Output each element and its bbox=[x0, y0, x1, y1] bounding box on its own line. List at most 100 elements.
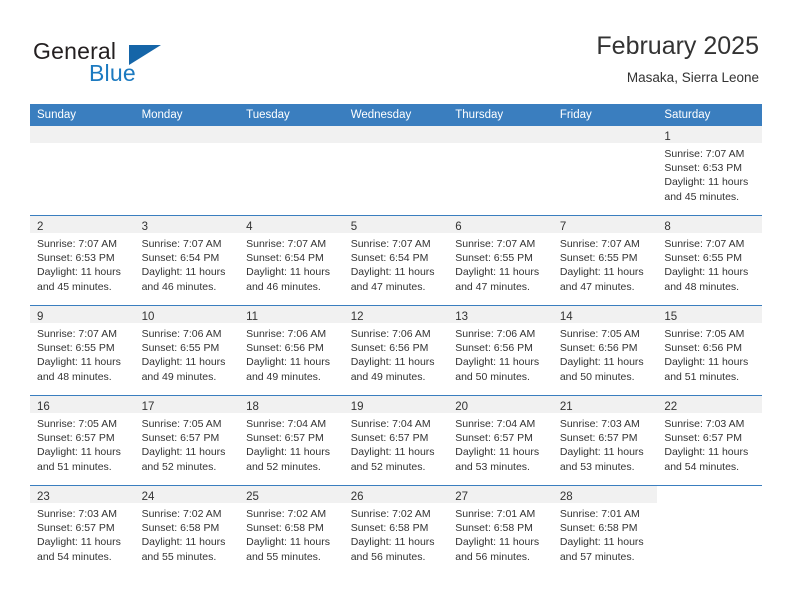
day-number-band: 22 bbox=[657, 396, 762, 413]
sunrise-text: Sunrise: 7:06 AM bbox=[455, 328, 536, 340]
calendar-day-cell[interactable]: 4 Sunrise: 7:07 AM Sunset: 6:54 PM Daylight… bbox=[239, 215, 344, 306]
day-cell-details: Sunrise: 7:07 AM Sunset: 6:53 PM Daylight:… bbox=[30, 233, 135, 294]
general-blue-logo[interactable]: General Blue bbox=[33, 38, 223, 88]
calendar-body: 1 Sunrise: 7:07 AM Sunset: 6:53 PM Daylight… bbox=[30, 126, 762, 575]
daylight-text-line2: and 51 minutes. bbox=[37, 460, 112, 473]
calendar-day-cell[interactable]: 5 Sunrise: 7:07 AM Sunset: 6:54 PM Daylight… bbox=[343, 215, 449, 306]
day-cell-details: Sunrise: 7:02 AM Sunset: 6:58 PM Daylight:… bbox=[344, 503, 449, 564]
day-number: 12 bbox=[350, 311, 364, 323]
calendar-day-cell-empty bbox=[448, 126, 553, 216]
calendar-day-cell[interactable]: 14 Sunrise: 7:05 AM Sunset: 6:56 PM Dayligh… bbox=[552, 305, 658, 396]
daylight-text-line2: and 49 minutes. bbox=[350, 370, 426, 383]
calendar-day-cell[interactable]: 9 Sunrise: 7:07 AM Sunset: 6:55 PM Daylight… bbox=[30, 305, 135, 396]
day-cell-details: Sunrise: 7:03 AM Sunset: 6:57 PM Daylight:… bbox=[553, 413, 658, 474]
calendar-day-cell[interactable]: 15 Sunrise: 7:05 AM Sunset: 6:56 PM Dayligh… bbox=[657, 305, 762, 396]
calendar-day-cell[interactable]: 8 Sunrise: 7:07 AM Sunset: 6:55 PM Daylight… bbox=[657, 215, 762, 306]
calendar-page: General Blue February 2025 Masaka, Sierr… bbox=[0, 0, 792, 612]
day-number: 23 bbox=[37, 491, 50, 503]
daylight-text-line1: Daylight: 11 hours bbox=[246, 356, 330, 369]
calendar-day-cell[interactable]: 13 Sunrise: 7:06 AM Sunset: 6:56 PM Dayligh… bbox=[448, 305, 553, 396]
calendar-day-cell[interactable]: 3 Sunrise: 7:07 AM Sunset: 6:54 PM Daylight… bbox=[134, 215, 240, 306]
sunrise-text: Sunrise: 7:07 AM bbox=[37, 328, 117, 340]
weekday-header-sunday: Sunday bbox=[30, 104, 135, 126]
calendar-day-cell[interactable]: 20 Sunrise: 7:04 AM Sunset: 6:57 PM Dayligh… bbox=[448, 395, 553, 486]
calendar-day-cell[interactable]: 28 Sunrise: 7:01 AM Sunset: 6:58 PM Dayligh… bbox=[552, 485, 658, 575]
daylight-text-line1: Daylight: 11 hours bbox=[246, 266, 330, 279]
calendar-day-cell[interactable]: 21 Sunrise: 7:03 AM Sunset: 6:57 PM Dayligh… bbox=[552, 395, 658, 486]
day-number: 22 bbox=[664, 401, 678, 413]
sunrise-text: Sunrise: 7:05 AM bbox=[664, 328, 745, 340]
sunrise-text: Sunrise: 7:05 AM bbox=[559, 328, 640, 340]
calendar-day-cell[interactable]: 18 Sunrise: 7:04 AM Sunset: 6:57 PM Dayligh… bbox=[239, 395, 344, 486]
day-cell-details: Sunrise: 7:05 AM Sunset: 6:56 PM Daylight:… bbox=[657, 323, 762, 384]
daylight-text-line2: and 57 minutes. bbox=[559, 550, 635, 563]
calendar-day-cell[interactable]: 17 Sunrise: 7:05 AM Sunset: 6:57 PM Dayligh… bbox=[134, 395, 240, 486]
daylight-text-line2: and 53 minutes. bbox=[455, 460, 530, 473]
day-cell-details: Sunrise: 7:02 AM Sunset: 6:58 PM Daylight:… bbox=[239, 503, 344, 564]
weekday-header-friday: Friday bbox=[552, 104, 658, 126]
calendar-day-cell[interactable]: 2 Sunrise: 7:07 AM Sunset: 6:53 PM Daylight… bbox=[30, 215, 135, 306]
sunset-text: Sunset: 6:55 PM bbox=[664, 252, 743, 265]
day-number-band: 20 bbox=[448, 396, 553, 413]
calendar-day-cell[interactable]: 1 Sunrise: 7:07 AM Sunset: 6:53 PM Daylight… bbox=[657, 126, 762, 216]
daylight-text-line2: and 54 minutes. bbox=[664, 460, 740, 473]
calendar-day-cell[interactable]: 12 Sunrise: 7:06 AM Sunset: 6:56 PM Dayligh… bbox=[343, 305, 449, 396]
calendar-day-cell[interactable]: 23 Sunrise: 7:03 AM Sunset: 6:57 PM Dayligh… bbox=[30, 485, 135, 575]
weekday-header-thursday: Thursday bbox=[448, 104, 553, 126]
daylight-text-line1: Daylight: 11 hours bbox=[350, 356, 435, 369]
sunrise-text: Sunrise: 7:07 AM bbox=[559, 238, 640, 250]
calendar-day-cell[interactable]: 16 Sunrise: 7:05 AM Sunset: 6:57 PM Dayligh… bbox=[30, 395, 135, 486]
sunset-text: Sunset: 6:58 PM bbox=[141, 522, 220, 535]
sunset-text: Sunset: 6:58 PM bbox=[246, 522, 324, 535]
calendar-day-cell[interactable]: 19 Sunrise: 7:04 AM Sunset: 6:57 PM Dayligh… bbox=[343, 395, 449, 486]
sunset-text: Sunset: 6:57 PM bbox=[350, 432, 429, 445]
day-number: 25 bbox=[246, 491, 259, 503]
daylight-text-line1: Daylight: 11 hours bbox=[455, 356, 540, 369]
daylight-text-line1: Daylight: 11 hours bbox=[141, 536, 226, 549]
calendar-day-cell[interactable]: 22 Sunrise: 7:03 AM Sunset: 6:57 PM Dayligh… bbox=[657, 395, 762, 486]
calendar-day-cell[interactable]: 24 Sunrise: 7:02 AM Sunset: 6:58 PM Dayligh… bbox=[134, 485, 240, 575]
day-number-band: 4 bbox=[239, 216, 344, 233]
daylight-text-line1: Daylight: 11 hours bbox=[350, 266, 435, 279]
calendar-week-row: 2 Sunrise: 7:07 AM Sunset: 6:53 PM Daylight… bbox=[30, 215, 762, 306]
calendar-day-cell[interactable]: 6 Sunrise: 7:07 AM Sunset: 6:55 PM Daylight… bbox=[448, 215, 553, 306]
calendar-day-cell-empty bbox=[30, 126, 135, 216]
day-number-band bbox=[134, 126, 240, 143]
sunset-text: Sunset: 6:57 PM bbox=[455, 432, 533, 445]
day-cell-details: Sunrise: 7:04 AM Sunset: 6:57 PM Daylight:… bbox=[239, 413, 344, 474]
sunset-text: Sunset: 6:58 PM bbox=[455, 522, 533, 535]
sunset-text: Sunset: 6:58 PM bbox=[350, 522, 429, 535]
calendar-week-row: 1 Sunrise: 7:07 AM Sunset: 6:53 PM Daylight… bbox=[30, 126, 762, 216]
day-number: 10 bbox=[141, 311, 155, 323]
sunrise-text: Sunrise: 7:06 AM bbox=[141, 328, 222, 340]
calendar-day-cell[interactable]: 7 Sunrise: 7:07 AM Sunset: 6:55 PM Daylight… bbox=[552, 215, 658, 306]
daylight-text-line2: and 46 minutes. bbox=[246, 280, 321, 293]
daylight-text-line1: Daylight: 11 hours bbox=[350, 446, 435, 459]
calendar-day-cell[interactable]: 25 Sunrise: 7:02 AM Sunset: 6:58 PM Dayligh… bbox=[239, 485, 344, 575]
daylight-text-line1: Daylight: 11 hours bbox=[455, 446, 540, 459]
day-number: 14 bbox=[559, 311, 573, 323]
day-number-band: 26 bbox=[343, 486, 449, 503]
day-cell-details: Sunrise: 7:06 AM Sunset: 6:56 PM Daylight:… bbox=[448, 323, 553, 384]
daylight-text-line1: Daylight: 11 hours bbox=[37, 446, 121, 459]
day-cell-details: Sunrise: 7:07 AM Sunset: 6:55 PM Daylight:… bbox=[657, 233, 762, 294]
calendar-day-cell[interactable]: 27 Sunrise: 7:01 AM Sunset: 6:58 PM Dayligh… bbox=[448, 485, 553, 575]
sunrise-text: Sunrise: 7:02 AM bbox=[350, 508, 431, 520]
daylight-text-line1: Daylight: 11 hours bbox=[37, 356, 121, 369]
calendar-day-cell[interactable]: 26 Sunrise: 7:02 AM Sunset: 6:58 PM Dayligh… bbox=[343, 485, 449, 575]
page-header: General Blue February 2025 Masaka, Sierr… bbox=[0, 0, 792, 104]
day-cell-details: Sunrise: 7:07 AM Sunset: 6:55 PM Daylight:… bbox=[30, 323, 135, 384]
day-number-band: 15 bbox=[657, 306, 762, 323]
calendar-week-row: 16 Sunrise: 7:05 AM Sunset: 6:57 PM Dayligh… bbox=[30, 395, 762, 486]
title-block: February 2025 Masaka, Sierra Leone bbox=[596, 32, 759, 85]
calendar-day-cell-empty bbox=[343, 126, 449, 216]
daylight-text-line2: and 48 minutes. bbox=[664, 280, 740, 293]
sunset-text: Sunset: 6:57 PM bbox=[37, 522, 115, 535]
calendar-day-cell[interactable]: 10 Sunrise: 7:06 AM Sunset: 6:55 PM Dayligh… bbox=[134, 305, 240, 396]
sunrise-text: Sunrise: 7:03 AM bbox=[559, 418, 640, 430]
daylight-text-line1: Daylight: 11 hours bbox=[559, 446, 644, 459]
calendar-day-cell[interactable]: 11 Sunrise: 7:06 AM Sunset: 6:56 PM Dayligh… bbox=[239, 305, 344, 396]
day-number-band: 6 bbox=[448, 216, 553, 233]
weekday-header-tuesday: Tuesday bbox=[239, 104, 344, 126]
day-number: 6 bbox=[455, 221, 462, 233]
